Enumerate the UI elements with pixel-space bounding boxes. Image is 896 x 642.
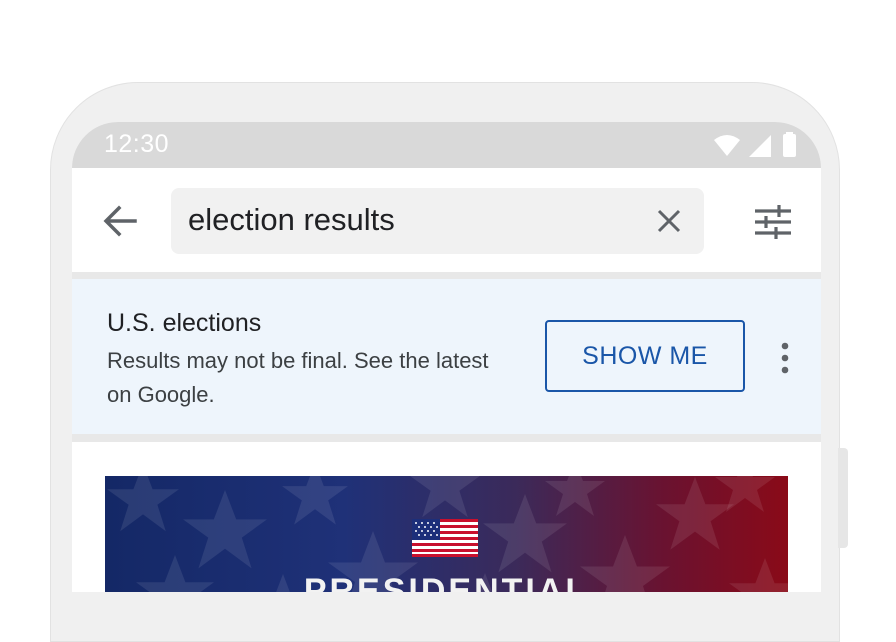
- banner-message: Results may not be final. See the latest…: [107, 348, 489, 407]
- status-bar: 12:30: [72, 122, 821, 168]
- divider: [72, 272, 821, 279]
- presidential-results-card[interactable]: PRESIDENTIAL: [105, 476, 788, 592]
- more-vert-icon[interactable]: [772, 341, 798, 375]
- arrow-back-icon[interactable]: [100, 201, 140, 241]
- wifi-icon: [714, 135, 740, 156]
- search-query[interactable]: election results: [188, 202, 395, 238]
- battery-icon: [783, 134, 796, 157]
- show-me-button[interactable]: SHOW ME: [545, 320, 745, 392]
- tune-icon[interactable]: [753, 202, 793, 242]
- status-time: 12:30: [104, 130, 170, 158]
- phone-screen: 12:30 election results U.S. elections Re…: [72, 122, 821, 592]
- us-flag-icon: [412, 519, 478, 557]
- hero-title: PRESIDENTIAL: [303, 572, 590, 592]
- banner-title: U.S. elections: [107, 309, 262, 337]
- search-input[interactable]: election results: [171, 188, 704, 254]
- cell-signal-icon: [749, 135, 771, 157]
- divider: [72, 434, 821, 442]
- close-icon[interactable]: [654, 206, 684, 236]
- election-banner: U.S. elections Results may not be final.…: [72, 279, 821, 434]
- phone-side-button: [838, 448, 848, 548]
- status-icons: [714, 132, 796, 157]
- search-bar: election results: [72, 168, 821, 272]
